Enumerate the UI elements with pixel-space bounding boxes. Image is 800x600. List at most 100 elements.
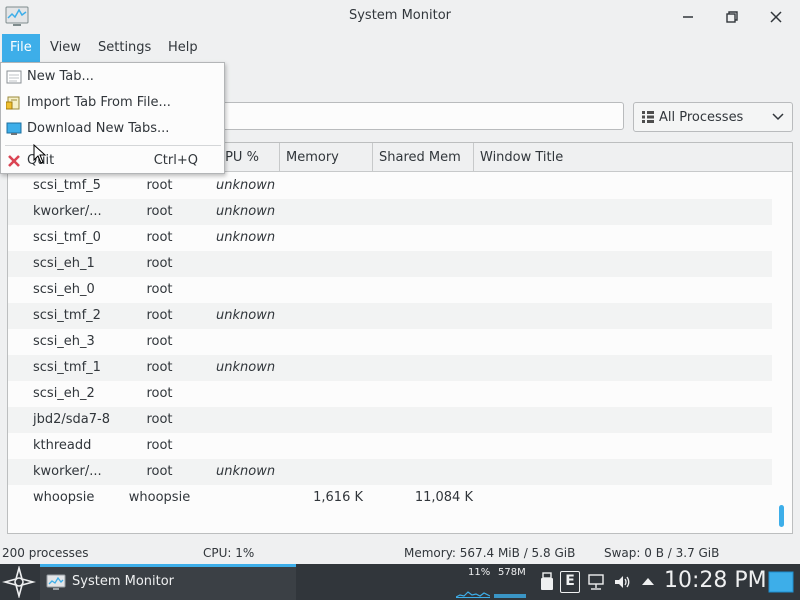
cell-memory	[280, 225, 363, 251]
cell-memory	[280, 303, 363, 329]
cell-memory	[280, 381, 363, 407]
task-system-monitor[interactable]: System Monitor	[40, 564, 296, 600]
memory-graph-icon[interactable]	[494, 586, 526, 598]
cell-shared-mem	[373, 225, 473, 251]
cell-memory	[280, 199, 363, 225]
table-row[interactable]: kthreadd root	[8, 433, 772, 459]
menu-settings[interactable]: Settings	[90, 34, 159, 62]
cell-shared-mem	[373, 329, 473, 355]
menu-item-download-tabs[interactable]: Download New Tabs...	[1, 116, 224, 142]
table-row[interactable]: scsi_eh_2 root	[8, 381, 772, 407]
cpu-graph-icon[interactable]	[456, 586, 490, 598]
table-row[interactable]: scsi_tmf_5 root unknown	[8, 173, 772, 199]
cell-cpu: unknown	[216, 178, 276, 193]
process-rows: scsi_tmf_5 root unknown kworker/... root unkn…	[8, 173, 772, 511]
cell-shared-mem	[373, 433, 473, 459]
cell-user: root	[146, 412, 173, 427]
table-row[interactable]: scsi_tmf_2 root unknown	[8, 303, 772, 329]
system-monitor-task-icon	[46, 574, 66, 590]
cell-process-name: scsi_tmf_5	[33, 178, 101, 193]
status-process-count: 200 processes	[2, 546, 89, 560]
cell-shared-mem: 11,084 K	[414, 490, 473, 505]
scrollbar-handle[interactable]	[779, 505, 784, 527]
table-row[interactable]: whoopsie whoopsie 1,616 K 11,084 K	[8, 485, 772, 511]
column-header-window-title[interactable]: Window Title	[474, 143, 792, 172]
title-bar: System Monitor	[0, 0, 800, 34]
status-memory: Memory: 567.4 MiB / 5.8 GiB	[404, 546, 576, 560]
cell-user: root	[146, 360, 173, 375]
network-icon[interactable]	[587, 572, 605, 592]
tab-icon	[6, 70, 22, 84]
cell-memory	[280, 407, 363, 433]
cell-user: root	[146, 438, 173, 453]
download-icon	[6, 122, 22, 135]
cell-shared-mem	[373, 303, 473, 329]
minimize-button[interactable]	[677, 6, 699, 28]
menu-help[interactable]: Help	[160, 34, 206, 62]
taskbar: System Monitor 11% 578M E 10:28 PM	[0, 564, 800, 600]
cell-process-name: scsi_eh_3	[33, 334, 95, 349]
show-desktop-icon[interactable]	[768, 571, 794, 593]
table-row[interactable]: scsi_eh_3 root	[8, 329, 772, 355]
cpu-load-text: 11%	[468, 567, 491, 578]
cell-cpu: unknown	[216, 230, 276, 245]
process-table[interactable]: CPU % Memory Shared Mem Window Title scs…	[7, 142, 793, 534]
memory-load-text: 578M	[498, 567, 526, 578]
cell-process-name: jbd2/sda7-8	[33, 412, 110, 427]
cell-process-name: scsi_tmf_0	[33, 230, 101, 245]
menu-item-import-tab[interactable]: Import Tab From File...	[1, 90, 224, 116]
cell-process-name: scsi_tmf_2	[33, 308, 101, 323]
restore-button[interactable]	[721, 6, 743, 28]
table-row[interactable]: kworker/... root unknown	[8, 459, 772, 485]
column-header-shared-mem[interactable]: Shared Mem	[373, 143, 474, 172]
cell-memory	[280, 355, 363, 381]
process-filter-combo[interactable]: All Processes	[633, 102, 793, 132]
cell-user: whoopsie	[128, 490, 191, 505]
table-row[interactable]: scsi_eh_1 root	[8, 251, 772, 277]
close-icon	[770, 11, 782, 23]
quit-shortcut: Ctrl+Q	[153, 153, 198, 168]
status-bar: 200 processes CPU: 1% Memory: 567.4 MiB …	[0, 542, 800, 564]
cell-user: root	[146, 230, 173, 245]
cell-user: root	[146, 204, 173, 219]
keyboard-layout-letter: E	[565, 573, 575, 589]
cell-user: root	[146, 282, 173, 297]
menu-view[interactable]: View	[42, 34, 89, 62]
table-row[interactable]: kworker/... root unknown	[8, 199, 772, 225]
cell-cpu: unknown	[216, 464, 276, 479]
vertical-scrollbar[interactable]	[776, 173, 786, 533]
cell-process-name: scsi_eh_1	[33, 256, 95, 271]
column-header-memory[interactable]: Memory	[280, 143, 373, 172]
table-row[interactable]: scsi_tmf_1 root unknown	[8, 355, 772, 381]
cell-cpu: unknown	[216, 308, 276, 323]
search-input[interactable]	[218, 102, 624, 130]
cell-process-name: scsi_eh_0	[33, 282, 95, 297]
cell-memory	[280, 329, 363, 355]
table-row[interactable]: scsi_tmf_0 root unknown	[8, 225, 772, 251]
application-launcher-icon[interactable]	[2, 566, 36, 598]
restore-icon	[726, 11, 738, 23]
menu-item-new-tab[interactable]: New Tab...	[1, 64, 224, 90]
cell-memory	[280, 173, 363, 199]
usb-icon[interactable]	[538, 572, 556, 592]
cell-process-name: kthreadd	[33, 438, 92, 453]
cell-cpu: unknown	[216, 204, 276, 219]
cell-shared-mem	[373, 251, 473, 277]
cell-memory	[280, 251, 363, 277]
cell-cpu: unknown	[216, 360, 276, 375]
menu-file[interactable]: File	[2, 34, 40, 62]
close-button[interactable]	[765, 6, 787, 28]
table-row[interactable]: jbd2/sda7-8 root	[8, 407, 772, 433]
cell-process-name: kworker/...	[33, 464, 102, 479]
clock[interactable]: 10:28 PM	[664, 568, 767, 593]
expand-tray-icon[interactable]	[639, 572, 657, 592]
keyboard-layout-indicator[interactable]: E	[560, 571, 580, 593]
process-filter-value: All Processes	[659, 110, 744, 125]
cell-shared-mem	[373, 173, 473, 199]
table-row[interactable]: scsi_eh_0 root	[8, 277, 772, 303]
cell-shared-mem	[373, 381, 473, 407]
cell-shared-mem	[373, 355, 473, 381]
cell-user: root	[146, 464, 173, 479]
cell-process-name: scsi_tmf_1	[33, 360, 101, 375]
volume-icon[interactable]	[613, 572, 631, 592]
